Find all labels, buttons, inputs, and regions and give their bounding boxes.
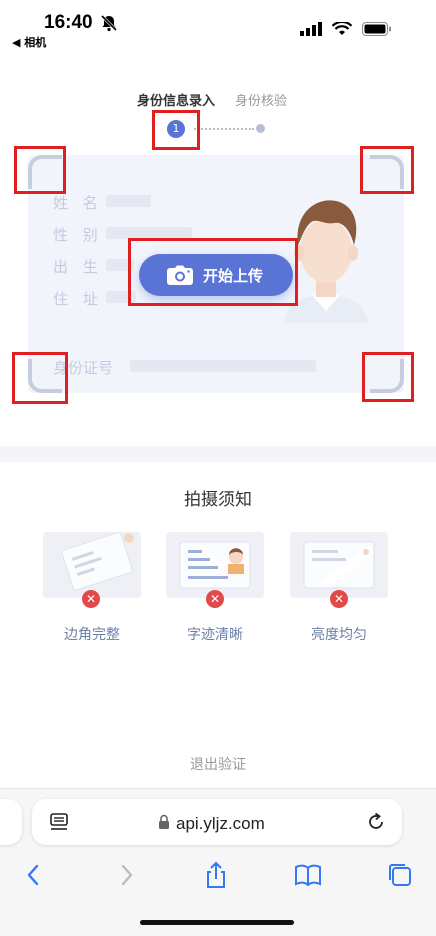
close-x-icon: ✕ <box>206 590 224 608</box>
previous-tab-pill[interactable] <box>0 799 22 845</box>
status-time: 16:40 <box>44 12 93 33</box>
step-end-dot <box>256 124 265 133</box>
close-x-icon: ✕ <box>330 590 348 608</box>
home-indicator <box>140 920 294 925</box>
cellular-signal-icon <box>300 22 322 36</box>
tilted-card-illustration <box>61 531 134 591</box>
step-label-identity-verify: 身份核验 <box>235 94 288 109</box>
step-connector <box>194 128 254 130</box>
highlight-box-corner-top-right <box>360 146 414 194</box>
shooting-notice-title: 拍摄须知 <box>184 490 252 510</box>
section-divider <box>0 446 436 462</box>
reload-icon[interactable] <box>366 812 386 832</box>
highlight-box-corner-bottom-left <box>12 352 68 404</box>
tabs-icon[interactable] <box>386 861 414 889</box>
back-to-camera-link[interactable]: ◀ 相机 <box>12 34 46 50</box>
field-bar-id-number <box>130 360 316 372</box>
back-arrow-icon[interactable] <box>20 861 48 889</box>
battery-icon <box>362 22 391 36</box>
tip-label-brightness: 亮度均匀 <box>311 627 367 643</box>
wifi-icon <box>332 22 352 35</box>
highlight-box-upload-button <box>128 238 298 306</box>
field-label-gender: 性 别 <box>53 226 103 244</box>
tip-label-text: 字迹清晰 <box>187 627 243 643</box>
forward-arrow-icon[interactable] <box>112 861 140 889</box>
field-label-birth: 出 生 <box>53 258 103 276</box>
tip-image-text <box>166 532 264 598</box>
url-text[interactable]: api.yljz.com <box>176 814 265 834</box>
tip-image-edges <box>43 531 141 598</box>
field-label-address: 住 址 <box>53 290 103 308</box>
bell-off-icon <box>100 14 118 32</box>
field-label-name: 姓 名 <box>53 194 103 212</box>
lock-icon <box>159 814 169 829</box>
share-icon[interactable] <box>202 861 230 889</box>
highlight-box-corner-bottom-right <box>362 352 414 402</box>
reader-mode-icon[interactable] <box>50 813 70 831</box>
highlight-box-step <box>152 110 200 150</box>
field-bar-name <box>106 195 151 207</box>
status-icons <box>300 22 392 36</box>
status-bar: 16:40 ◀ 相机 <box>0 0 436 56</box>
glare-card-illustration <box>303 541 375 589</box>
tip-image-brightness <box>290 532 388 598</box>
step-label-identity-entry: 身份信息录入 <box>137 94 216 109</box>
browser-toolbar: api.yljz.com <box>0 788 436 936</box>
tip-label-edges: 边角完整 <box>64 627 120 643</box>
bookmarks-icon[interactable] <box>294 861 322 889</box>
id-card-illustration <box>179 541 251 589</box>
close-x-icon: ✕ <box>82 590 100 608</box>
exit-verification-link[interactable]: 退出验证 <box>0 754 436 774</box>
highlight-box-corner-top-left <box>14 146 66 194</box>
